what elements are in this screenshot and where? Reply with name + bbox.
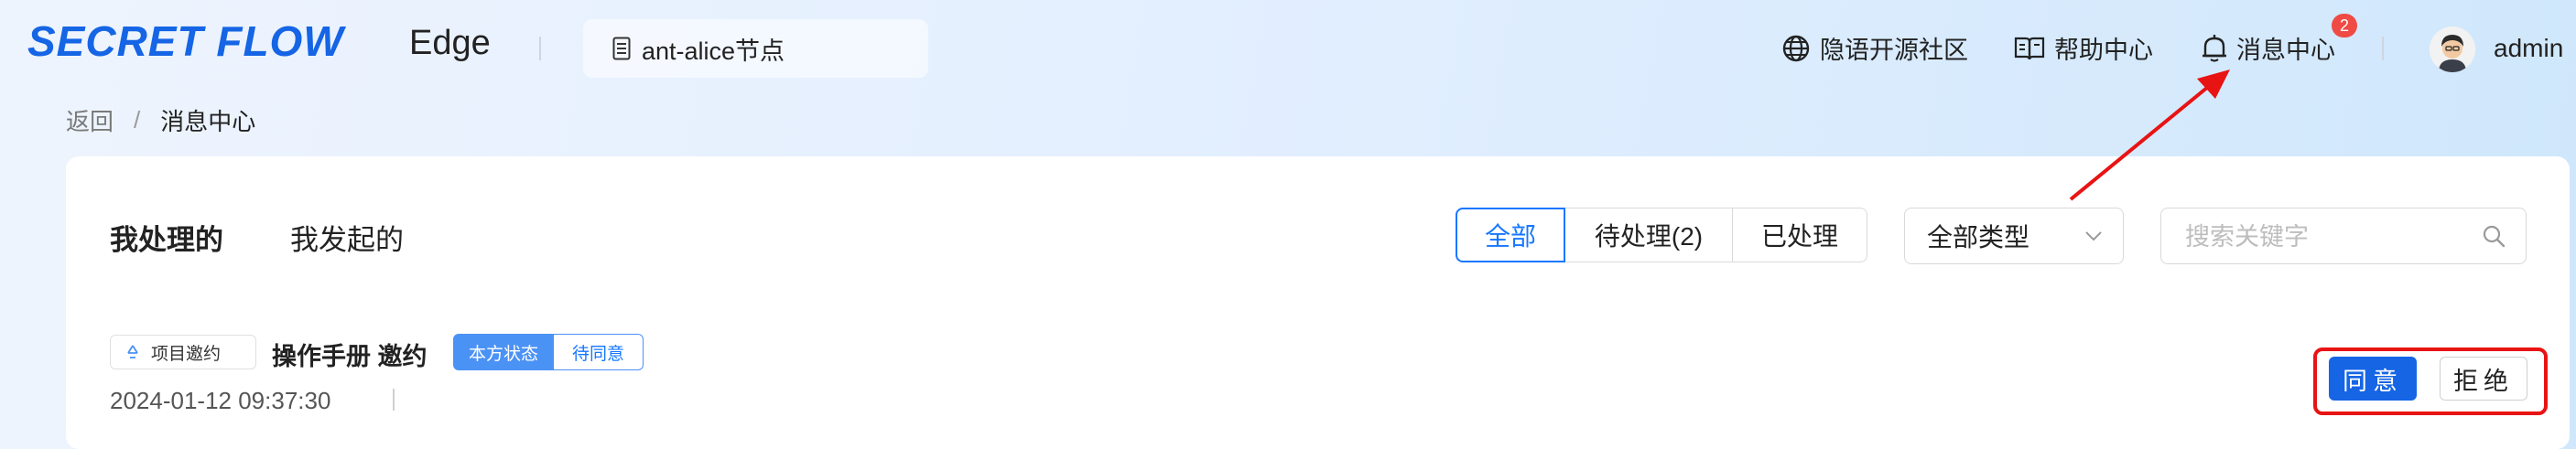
annotation-arrow (2069, 69, 2230, 201)
